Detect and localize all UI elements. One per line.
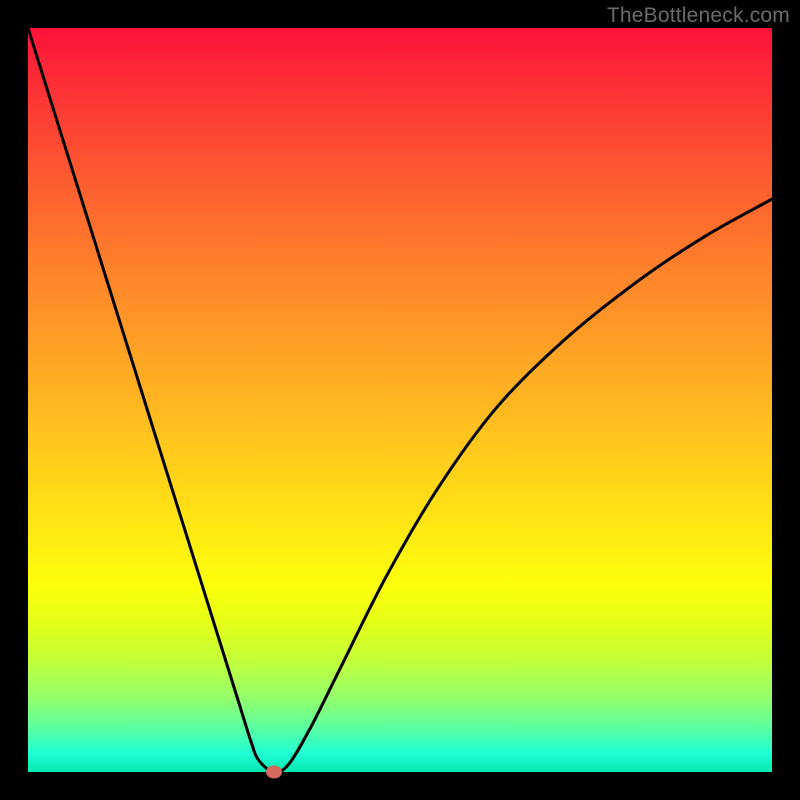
bottleneck-curve (28, 28, 772, 772)
watermark-text: TheBottleneck.com (607, 4, 790, 28)
plot-area (28, 28, 772, 772)
optimal-point-marker (266, 766, 282, 779)
chart-frame: TheBottleneck.com (0, 0, 800, 800)
curve-svg (28, 28, 772, 772)
